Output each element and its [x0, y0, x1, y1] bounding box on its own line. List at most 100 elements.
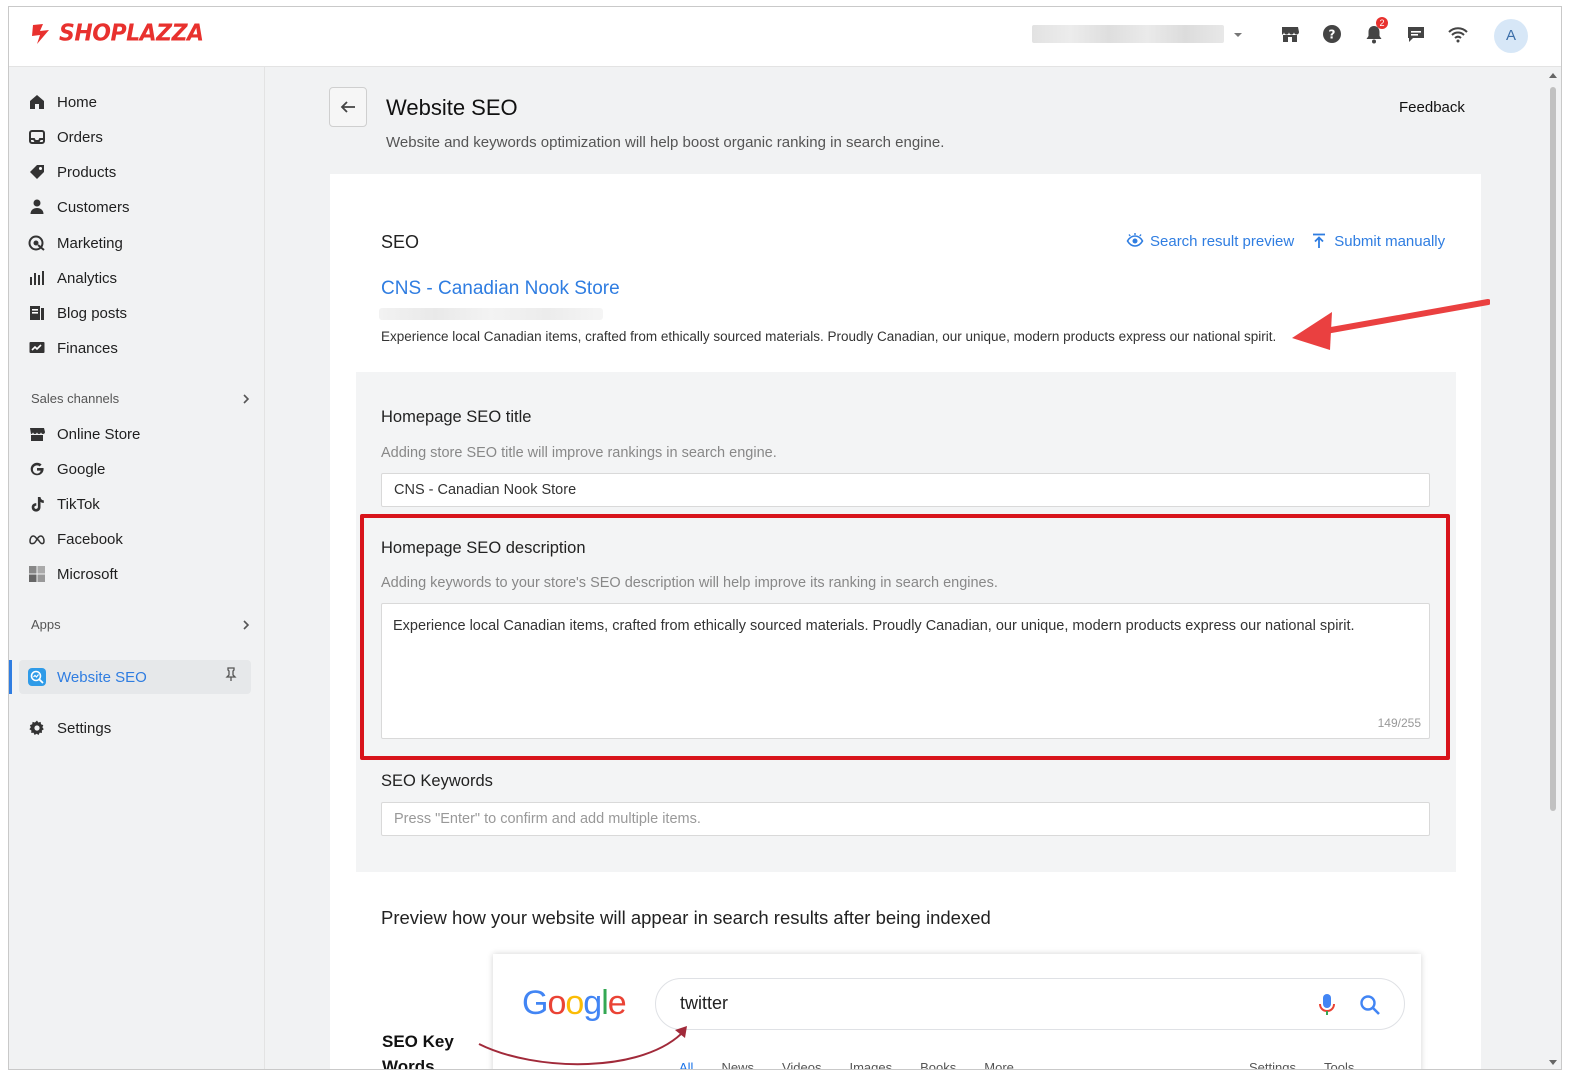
- sidebar-item-analytics[interactable]: Analytics: [27, 263, 251, 293]
- preview-heading: Preview how your website will appear in …: [381, 907, 991, 928]
- bar-chart-icon: [27, 268, 47, 288]
- gear-icon: [27, 718, 47, 738]
- curved-arrow: [478, 1026, 687, 1066]
- back-button[interactable]: [329, 87, 367, 127]
- sidebar-item-customers[interactable]: Customers: [27, 192, 251, 222]
- sidebar-item-facebook[interactable]: Facebook: [27, 524, 251, 554]
- sidebar-item-google[interactable]: Google: [27, 454, 251, 484]
- seo-section-label: SEO: [381, 232, 420, 252]
- store-icon: [27, 424, 47, 444]
- person-icon: [27, 197, 47, 217]
- meta-icon: [27, 529, 47, 549]
- serp-preview-url: [379, 308, 603, 320]
- sidebar-item-label: Website SEO: [57, 668, 147, 686]
- google-settings: Settings: [1249, 1060, 1296, 1070]
- page-subtitle: Website and keywords optimization will h…: [386, 134, 945, 151]
- upload-icon[interactable]: [1310, 232, 1328, 250]
- sidebar-item-label: TikTok: [57, 495, 100, 513]
- sidebar-item-finances[interactable]: Finances: [27, 333, 251, 363]
- seo-title-input[interactable]: CNS - Canadian Nook Store: [381, 473, 1430, 507]
- sidebar-item-settings[interactable]: Settings: [27, 713, 251, 743]
- search-icon: [1360, 995, 1380, 1015]
- help-icon[interactable]: ?: [1321, 23, 1343, 45]
- chevron-down-icon[interactable]: [1231, 29, 1245, 41]
- sidebar-item-label: Settings: [57, 719, 112, 737]
- avatar[interactable]: A: [1494, 19, 1528, 53]
- sales-channels-label: Sales channels: [31, 391, 120, 406]
- chat-icon[interactable]: [1405, 23, 1427, 45]
- store-selector[interactable]: [1032, 25, 1224, 43]
- blog-icon: [27, 303, 47, 323]
- home-icon: [27, 92, 47, 112]
- svg-text:?: ?: [1329, 28, 1336, 42]
- sales-channels-header[interactable]: Sales channels: [31, 391, 251, 406]
- google-query: twitter: [680, 993, 729, 1013]
- chevron-right-icon: [243, 393, 250, 404]
- sidebar-item-tiktok[interactable]: TikTok: [27, 489, 251, 519]
- sidebar-item-label: Home: [57, 93, 98, 111]
- pin-icon[interactable]: [223, 666, 239, 682]
- seo-title-help: Adding store SEO title will improve rank…: [381, 445, 777, 461]
- target-icon: [27, 233, 47, 253]
- serp-preview-description: Experience local Canadian items, crafted…: [381, 329, 1277, 344]
- search-result-preview-link[interactable]: Search result preview: [1150, 233, 1294, 250]
- sidebar-item-label: Microsoft: [57, 565, 118, 583]
- annotation-arrow: [1292, 299, 1490, 350]
- seo-card: SEO Search result preview Submit manuall…: [330, 174, 1490, 1070]
- tag-icon: [27, 162, 47, 182]
- google-tab: More: [984, 1060, 1014, 1070]
- microphone-icon: [1319, 994, 1335, 1015]
- sidebar-item-label: Online Store: [57, 425, 141, 443]
- sidebar-item-online-store[interactable]: Online Store: [27, 419, 251, 449]
- storefront-icon[interactable]: [1279, 23, 1301, 45]
- feedback-link[interactable]: Feedback: [1399, 99, 1465, 116]
- apps-header[interactable]: Apps: [31, 617, 251, 632]
- seo-keywords-label: SEO Keywords: [381, 772, 493, 790]
- google-icon: [27, 459, 47, 479]
- microsoft-icon: [27, 564, 47, 584]
- finance-icon: [27, 338, 47, 358]
- sidebar-item-blog-posts[interactable]: Blog posts: [27, 298, 251, 328]
- seo-keywords-input[interactable]: Press "Enter" to confirm and add multipl…: [381, 802, 1430, 836]
- sidebar-item-label: Products: [57, 163, 117, 181]
- sidebar-item-label: Orders: [57, 128, 103, 146]
- sidebar-item-home[interactable]: Home: [27, 87, 251, 117]
- sidebar-item-label: Analytics: [57, 269, 118, 287]
- active-indicator: [9, 660, 12, 694]
- scroll-up-icon[interactable]: [1548, 71, 1558, 79]
- seo-title-label: Homepage SEO title: [381, 408, 532, 426]
- submit-manually-link[interactable]: Submit manually: [1334, 233, 1445, 250]
- notification-badge: 2: [1376, 17, 1388, 29]
- google-tab: Books: [920, 1060, 957, 1070]
- shoplazza-logo[interactable]: SHOPLAZZA: [29, 20, 204, 47]
- seo-form: Homepage SEO title Adding store SEO titl…: [356, 372, 1456, 872]
- sidebar-item-orders[interactable]: Orders: [27, 122, 251, 152]
- sidebar-item-label: Google: [57, 460, 106, 478]
- google-tab: News: [721, 1060, 754, 1070]
- seo-app-icon: [27, 667, 47, 687]
- apps-label: Apps: [31, 617, 61, 632]
- sidebar-item-website-seo[interactable]: Website SEO: [19, 660, 251, 694]
- wifi-icon[interactable]: [1447, 23, 1469, 45]
- page-title: Website SEO: [386, 95, 518, 120]
- brand-name: SHOPLAZZA: [59, 20, 204, 47]
- sidebar-item-marketing[interactable]: Marketing: [27, 228, 251, 258]
- sidebar-item-label: Customers: [57, 198, 130, 216]
- google-search-box: twitter: [655, 978, 1405, 1030]
- sidebar-item-microsoft[interactable]: Microsoft: [27, 559, 251, 589]
- sidebar-item-products[interactable]: Products: [27, 157, 251, 187]
- tiktok-icon: [27, 494, 47, 514]
- sidebar-item-label: Marketing: [57, 234, 123, 252]
- scrollbar-thumb[interactable]: [1550, 87, 1556, 811]
- eye-icon[interactable]: [1126, 232, 1144, 250]
- google-tab: Images: [849, 1060, 893, 1070]
- arrow-left-icon: [340, 101, 355, 113]
- serp-preview-title[interactable]: CNS - Canadian Nook Store: [381, 278, 620, 300]
- orders-icon: [27, 127, 47, 147]
- chevron-right-icon: [243, 619, 250, 630]
- google-tab: Videos: [781, 1060, 822, 1070]
- app-window: SHOPLAZZA ? 2 A Home Orders Products Cus…: [8, 6, 1562, 1070]
- bell-icon[interactable]: 2: [1363, 17, 1388, 45]
- scroll-down-icon[interactable]: [1548, 1059, 1558, 1067]
- seo-key-words-annotation: SEO Key Words: [382, 1032, 454, 1070]
